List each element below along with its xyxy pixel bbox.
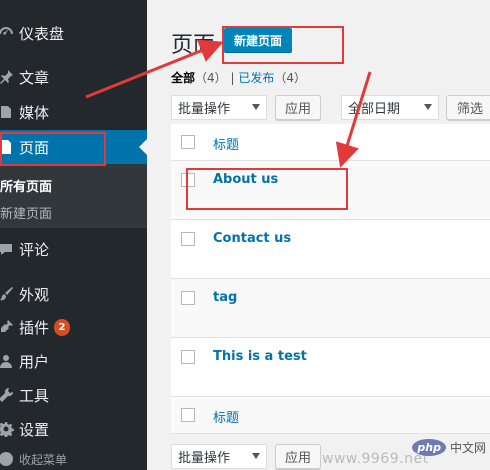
comment-icon: [0, 240, 15, 258]
select-all-checkbox-bottom[interactable]: [181, 408, 195, 422]
menu-label: 设置: [19, 420, 50, 439]
pages-submenu: 所有页面 新建页面: [0, 164, 147, 228]
collapse-icon: [0, 450, 15, 468]
dropdown-arrow-icon: [252, 453, 260, 459]
menu-label: 外观: [19, 285, 50, 304]
watermark-text: 中文网: [449, 441, 486, 455]
highlight-box-pages-menu: [0, 132, 106, 166]
menu-label: 评论: [19, 240, 50, 259]
menu-appearance[interactable]: 外观: [0, 277, 147, 311]
brush-icon: [0, 285, 15, 303]
highlight-box-add-new: [222, 26, 344, 64]
table-header: 标题: [171, 124, 490, 161]
table-row: This is a test: [171, 338, 490, 397]
column-title-header[interactable]: 标题: [213, 134, 239, 153]
menu-label: 插件: [19, 318, 50, 337]
filter-published[interactable]: 已发布: [238, 71, 274, 85]
submenu-add-page[interactable]: 新建页面: [0, 203, 52, 222]
apply-button-top[interactable]: 应用: [275, 95, 321, 120]
menu-label: 仪表盘: [19, 24, 65, 43]
menu-label: 媒体: [19, 103, 50, 122]
watermark-logo: php 中文网: [412, 439, 486, 456]
menu-dashboard[interactable]: 仪表盘: [0, 16, 147, 50]
bulk-action-select-bottom[interactable]: 批量操作: [171, 444, 267, 469]
date-filter-select[interactable]: 全部日期: [341, 95, 439, 120]
page-title-link[interactable]: This is a test: [213, 349, 307, 364]
filter-all[interactable]: 全部: [171, 71, 195, 85]
row-checkbox[interactable]: [181, 291, 195, 305]
column-title-footer[interactable]: 标题: [213, 407, 239, 426]
highlight-box-first-row: [186, 168, 348, 210]
php-logo-icon: php: [412, 439, 446, 456]
row-checkbox[interactable]: [181, 232, 195, 246]
row-checkbox[interactable]: [181, 350, 195, 364]
filter-all-count: （4）: [195, 71, 227, 85]
page-title-link[interactable]: Contact us: [213, 231, 291, 246]
menu-media[interactable]: 媒体: [0, 95, 147, 129]
wrench-icon: [0, 386, 15, 404]
bulk-action-value: 批量操作: [178, 102, 231, 117]
status-filters: 全部（4） | 已发布（4）: [171, 69, 306, 86]
table-row: tag: [171, 279, 490, 338]
pin-icon: [0, 68, 15, 86]
plugin-icon: [0, 318, 15, 336]
dashboard-icon: [0, 24, 15, 42]
menu-posts[interactable]: 文章: [0, 60, 147, 94]
main-content: 页面 新建页面 全部（4） | 已发布（4） 批量操作 应用 全部日期 筛选 标…: [147, 0, 490, 470]
menu-label: 文章: [19, 68, 50, 87]
menu-users[interactable]: 用户: [0, 344, 147, 378]
dropdown-arrow-icon: [252, 104, 260, 110]
user-icon: [0, 352, 15, 370]
page-title-link[interactable]: tag: [213, 290, 237, 305]
menu-tools[interactable]: 工具: [0, 378, 147, 412]
menu-label: 工具: [19, 386, 50, 405]
menu-comments[interactable]: 评论: [0, 232, 147, 266]
settings-icon: [0, 420, 15, 438]
collapse-menu-button[interactable]: 收起菜单: [0, 448, 147, 470]
filter-published-count: （4）: [274, 71, 307, 85]
update-count-badge: 2: [54, 318, 71, 336]
filter-separator: |: [230, 71, 235, 85]
menu-settings[interactable]: 设置: [0, 412, 147, 446]
table-row: Contact us: [171, 220, 490, 279]
submenu-all-pages[interactable]: 所有页面: [0, 176, 52, 195]
page-title: 页面: [171, 33, 216, 58]
filter-button[interactable]: 筛选: [446, 95, 490, 120]
bulk-action-select-top[interactable]: 批量操作: [171, 95, 267, 120]
select-all-checkbox[interactable]: [181, 135, 195, 149]
media-icon: [0, 103, 15, 121]
menu-label: 用户: [19, 352, 50, 371]
bulk-action-value: 批量操作: [178, 451, 231, 466]
table-footer: 标题: [171, 397, 490, 434]
collapse-label: 收起菜单: [19, 452, 68, 467]
menu-plugins[interactable]: 插件 2: [0, 310, 147, 344]
admin-sidebar: 仪表盘 文章 媒体 页面 所有页面 新建页面 评论 外观 插件 2 用户 工具 …: [0, 0, 147, 470]
date-filter-value: 全部日期: [348, 102, 401, 117]
apply-button-bottom[interactable]: 应用: [275, 444, 321, 469]
dropdown-arrow-icon: [424, 104, 432, 110]
